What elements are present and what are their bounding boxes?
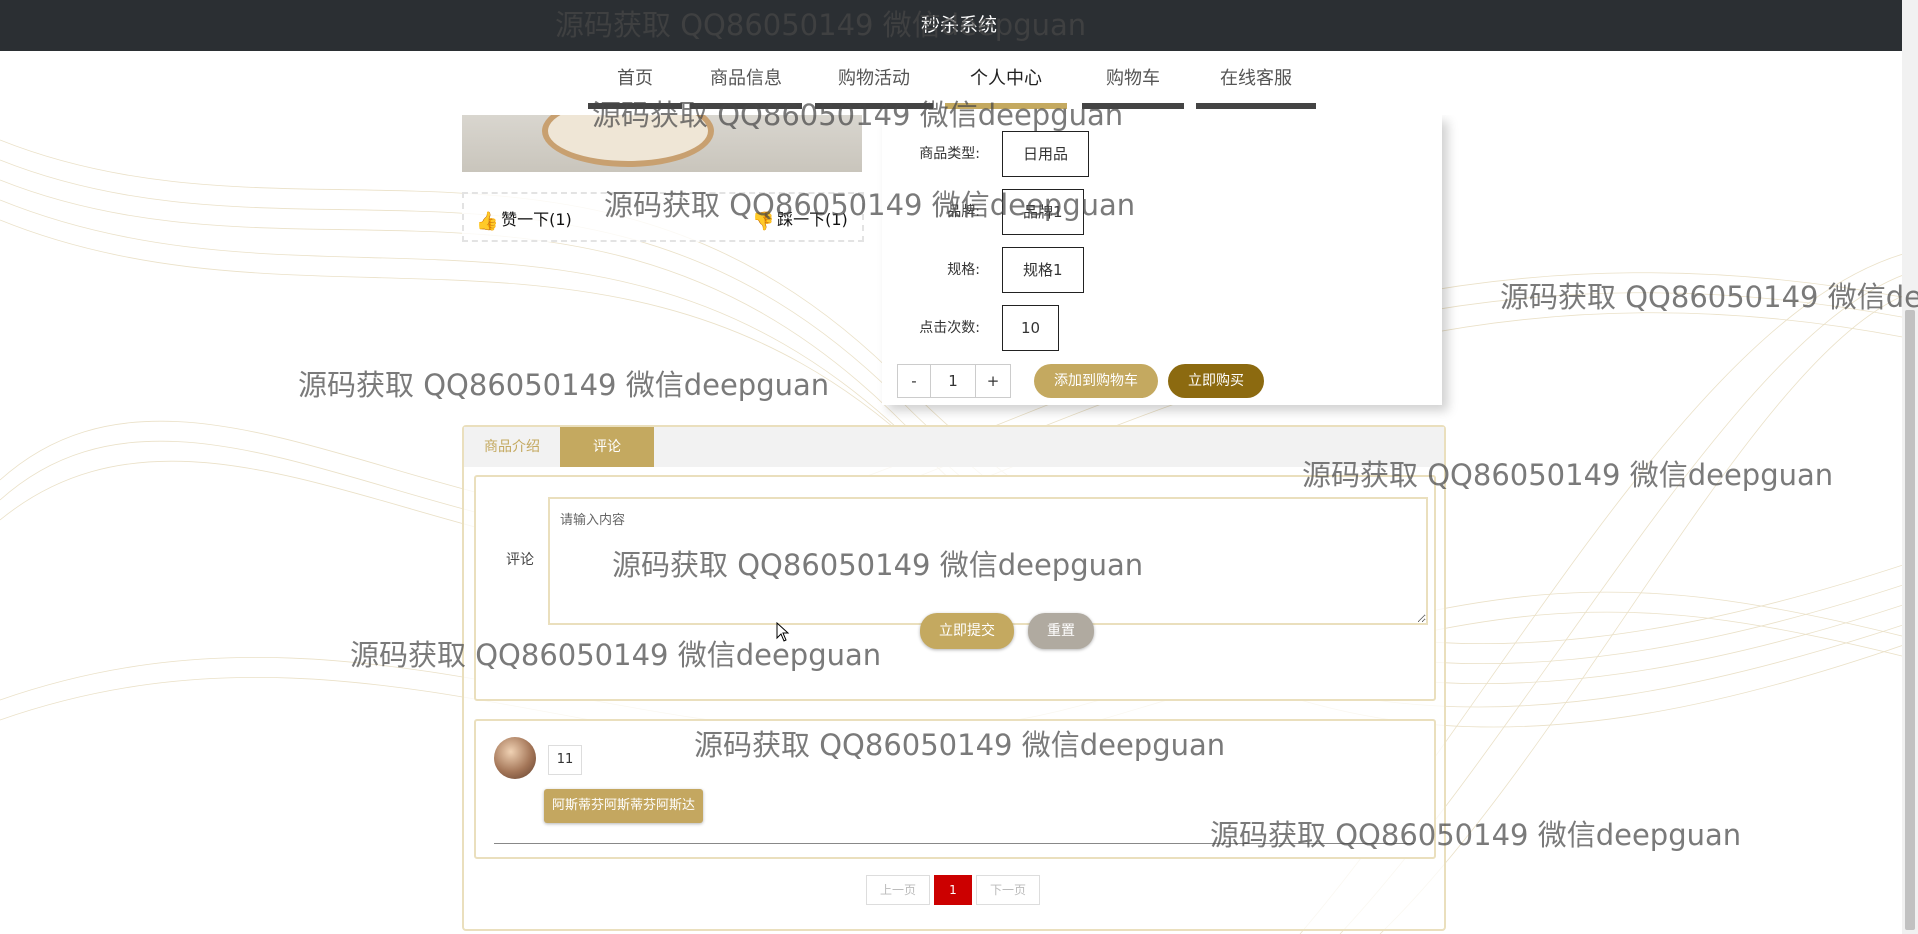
nav-item-home[interactable]: 首页 <box>588 51 682 109</box>
submit-comment-button[interactable]: 立即提交 <box>920 613 1014 649</box>
main-nav: 首页 商品信息 购物活动 个人中心 购物车 在线客服 <box>0 51 1918 115</box>
product-info-card: 商品类型: 日用品 品牌: 品牌1 规格: 规格1 点击次数: 10 <box>882 115 1442 405</box>
scrollbar-thumb[interactable] <box>1905 310 1915 930</box>
app-title: 秒杀系统 <box>920 14 997 36</box>
info-value-type: 日用品 <box>1002 131 1090 177</box>
pagination-next[interactable]: 下一页 <box>976 875 1040 905</box>
vote-bar: 👍 赞一下(1) 👎 踩一下(1) <box>462 192 864 242</box>
tab-comments[interactable]: 评论 <box>560 427 654 467</box>
info-row-type: 商品类型: 日用品 <box>882 131 1442 179</box>
add-to-cart-button[interactable]: 添加到购物车 <box>1034 364 1158 398</box>
info-row-brand: 品牌: 品牌1 <box>882 189 1442 237</box>
comment-input[interactable] <box>548 497 1428 625</box>
comment-form: 评论 立即提交 重置 <box>474 475 1436 701</box>
avatar <box>494 737 536 779</box>
pagination-current[interactable]: 1 <box>934 875 972 905</box>
reset-comment-button[interactable]: 重置 <box>1028 613 1094 649</box>
nav-item-products[interactable]: 商品信息 <box>690 51 802 109</box>
nav-item-personal-center[interactable]: 个人中心 <box>945 51 1067 109</box>
pagination-prev[interactable]: 上一页 <box>866 875 930 905</box>
app-title-bar: 秒杀系统 <box>0 0 1918 51</box>
comment-divider <box>494 843 1414 844</box>
thumbs-down-icon: 👎 <box>752 211 775 232</box>
info-label: 商品类型: <box>919 146 980 162</box>
quantity-input[interactable]: 1 <box>930 364 976 398</box>
comment-label: 评论 <box>506 552 534 568</box>
mouse-cursor-icon <box>776 622 790 642</box>
comment-content: 阿斯蒂芬阿斯蒂芬阿斯达 <box>544 789 704 823</box>
comment-count: 11 <box>548 745 582 775</box>
nav-item-cart[interactable]: 购物车 <box>1082 51 1184 109</box>
product-image <box>462 95 862 172</box>
info-value-spec: 规格1 <box>1002 247 1084 293</box>
thumbs-up-icon: 👍 <box>476 211 499 232</box>
info-value-brand: 品牌1 <box>1002 189 1084 235</box>
tab-header: 商品介绍 评论 <box>464 427 1444 467</box>
tab-product-intro[interactable]: 商品介绍 <box>464 427 560 467</box>
info-row-spec: 规格: 规格1 <box>882 247 1442 295</box>
nav-item-customer-service[interactable]: 在线客服 <box>1196 51 1316 109</box>
info-label: 规格: <box>947 262 980 278</box>
buy-now-button[interactable]: 立即购买 <box>1168 364 1264 398</box>
like-label: 赞一下(1) <box>501 210 572 229</box>
info-value-clicks: 10 <box>1002 305 1060 351</box>
info-label: 品牌: <box>947 204 980 220</box>
comment-list: 11 阿斯蒂芬阿斯蒂芬阿斯达 <box>474 719 1436 859</box>
dislike-label: 踩一下(1) <box>777 210 848 229</box>
detail-tab-panel: 商品介绍 评论 评论 立即提交 重置 11 阿斯蒂芬阿斯蒂芬阿斯达 上一页 1 … <box>462 425 1446 931</box>
nav-item-activities[interactable]: 购物活动 <box>815 51 933 109</box>
dislike-button[interactable]: 👎 踩一下(1) <box>752 206 848 232</box>
quantity-minus-button[interactable]: - <box>897 364 931 398</box>
quantity-plus-button[interactable]: + <box>975 364 1011 398</box>
info-row-clicks: 点击次数: 10 <box>882 305 1442 353</box>
like-button[interactable]: 👍 赞一下(1) <box>476 206 572 232</box>
info-label: 点击次数: <box>919 320 980 336</box>
